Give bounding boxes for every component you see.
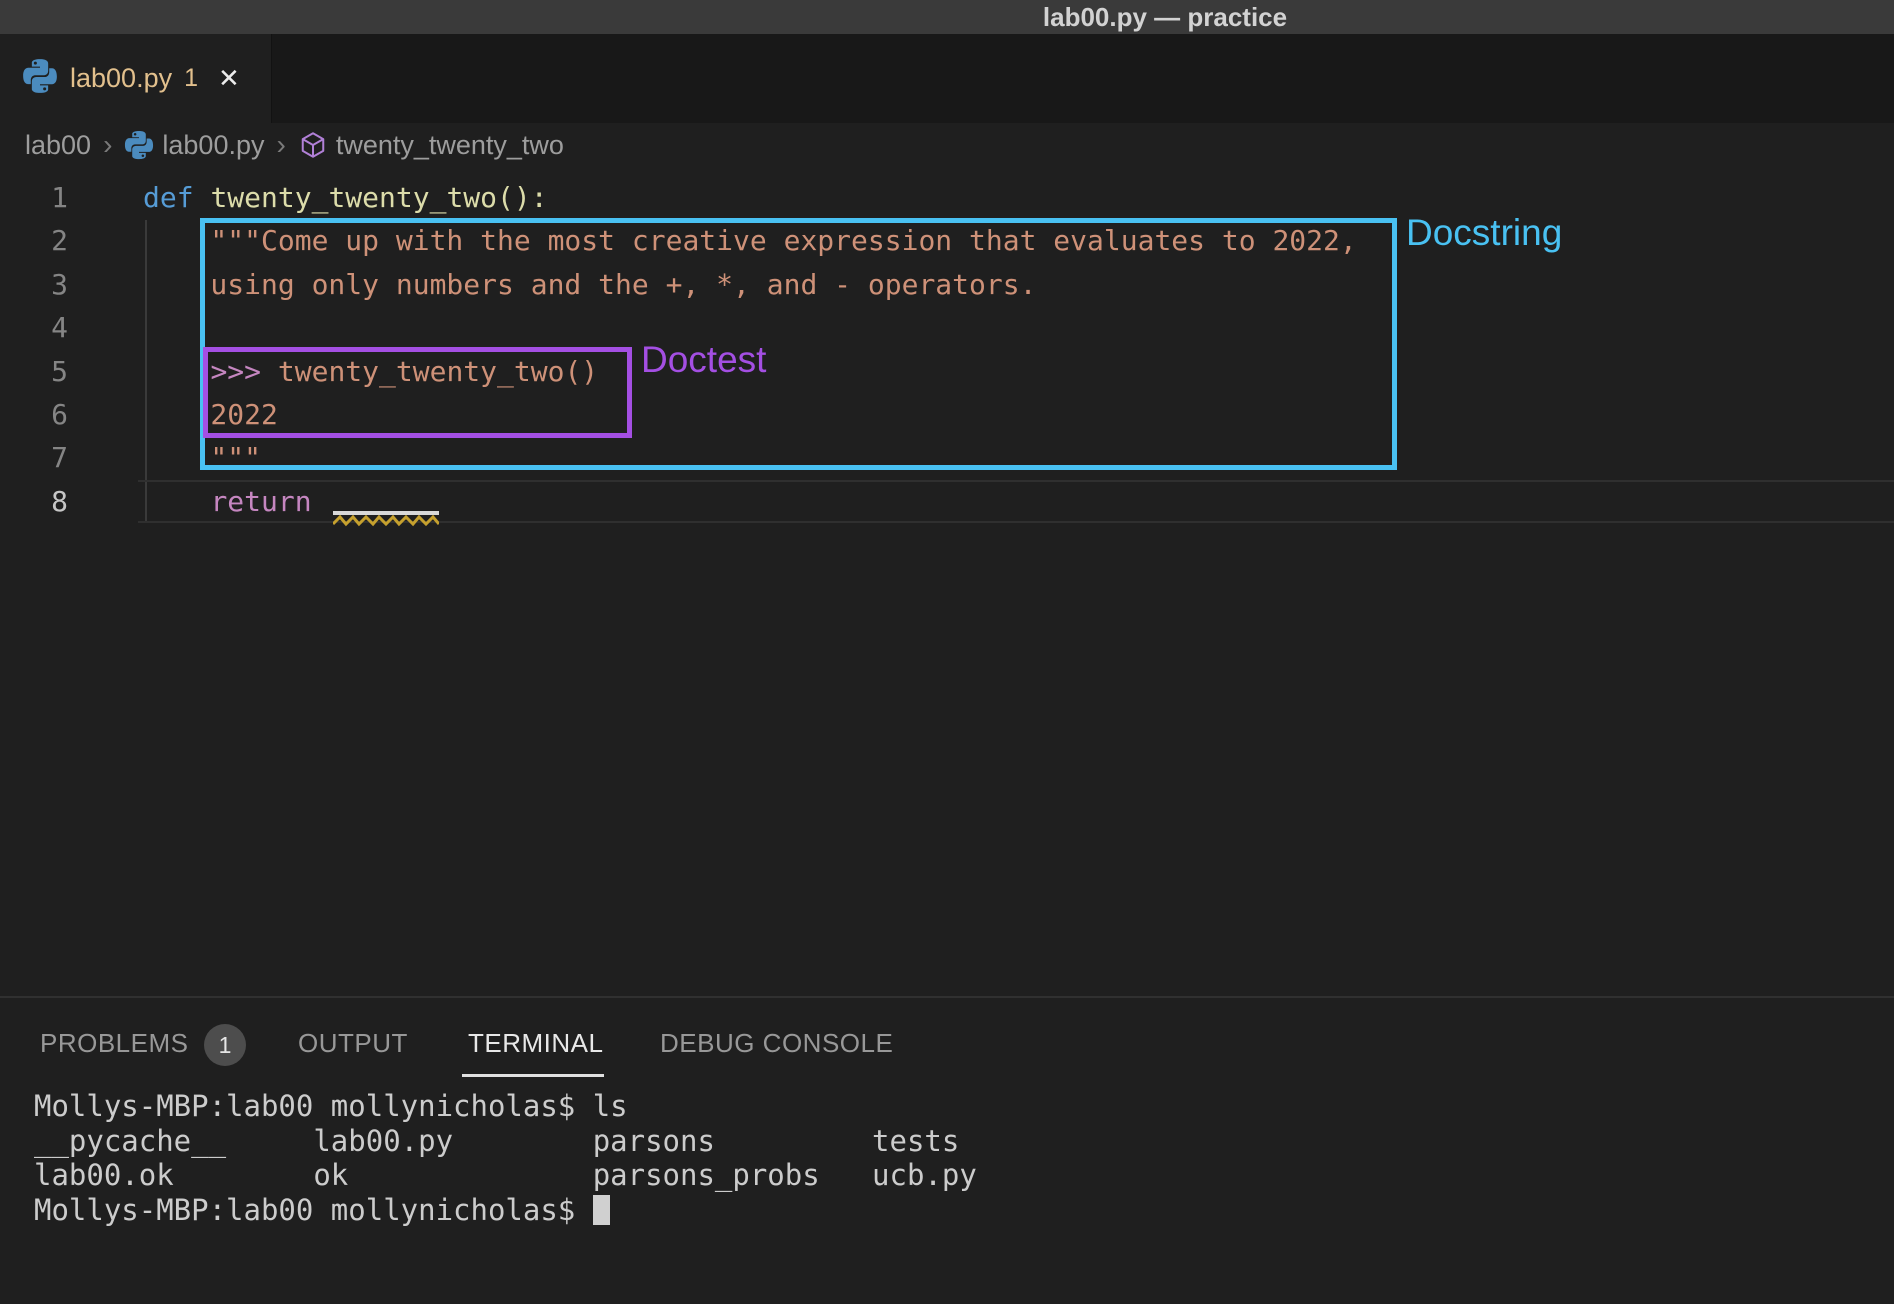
warning-squiggle	[333, 511, 439, 527]
doctest-annotation-box	[203, 347, 632, 438]
panel-tab-debug-console[interactable]: DEBUG CONSOLE	[660, 1028, 893, 1059]
line-number[interactable]: 3	[0, 263, 68, 306]
tab-bar: lab00.py 1 ✕	[0, 34, 1894, 123]
terminal-prompt-line: Mollys-MBP:lab00 mollynicholas$	[34, 1193, 977, 1228]
squiggle-zigzag	[333, 514, 439, 527]
line-number[interactable]: 6	[0, 393, 68, 436]
terminal-line: lab00.ok ok parsons_probs ucb.py	[34, 1158, 977, 1193]
line-number[interactable]: 8	[0, 480, 68, 523]
terminal-line: Mollys-MBP:lab00 mollynicholas$ ls	[34, 1089, 977, 1124]
docstring-annotation-label: Docstring	[1406, 212, 1562, 254]
python-icon	[124, 130, 154, 160]
symbol-method-cube-icon	[298, 130, 328, 160]
chevron-right-icon: ›	[103, 129, 112, 161]
code-text: return	[68, 480, 312, 523]
python-icon	[22, 58, 58, 99]
line-number[interactable]: 1	[0, 176, 68, 219]
breadcrumb: lab00 › lab00.py › twenty_twenty_two	[0, 123, 1894, 167]
vscode-window: lab00.py — practice lab00.py 1 ✕ lab00 ›	[0, 0, 1894, 1304]
titlebar[interactable]: lab00.py — practice	[0, 0, 1894, 35]
code-text: def twenty_twenty_two():	[68, 176, 548, 219]
breadcrumb-symbol[interactable]: twenty_twenty_two	[336, 130, 564, 161]
tab-filename: lab00.py	[70, 63, 172, 94]
tab-problem-count: 1	[184, 64, 198, 93]
line-number[interactable]: 4	[0, 306, 68, 349]
code-line[interactable]: 8 return	[0, 480, 1894, 523]
line-number[interactable]: 5	[0, 350, 68, 393]
panel-tab-terminal[interactable]: TERMINAL	[468, 1028, 603, 1059]
line-number[interactable]: 7	[0, 436, 68, 479]
terminal-line: __pycache__ lab00.py parsons tests	[34, 1124, 977, 1159]
terminal-cursor	[593, 1195, 610, 1225]
doctest-annotation-label: Doctest	[641, 339, 766, 381]
breadcrumb-file[interactable]: lab00.py	[162, 130, 264, 161]
code-text	[68, 306, 143, 349]
panel-tab-output[interactable]: OUTPUT	[298, 1028, 408, 1059]
breadcrumb-folder[interactable]: lab00	[25, 130, 91, 161]
terminal-output[interactable]: Mollys-MBP:lab00 mollynicholas$ ls__pyca…	[34, 1089, 977, 1228]
code-line[interactable]: 1def twenty_twenty_two():	[0, 176, 1894, 219]
window-title: lab00.py — practice	[1043, 0, 1287, 34]
panel-tab-problems[interactable]: PROBLEMS	[40, 1028, 189, 1059]
chevron-right-icon: ›	[277, 129, 286, 161]
line-number[interactable]: 2	[0, 219, 68, 262]
problems-count-badge: 1	[204, 1024, 246, 1066]
active-tab-underline	[462, 1074, 604, 1077]
close-icon[interactable]: ✕	[218, 63, 240, 94]
tab-lab00-py[interactable]: lab00.py 1 ✕	[0, 34, 272, 123]
